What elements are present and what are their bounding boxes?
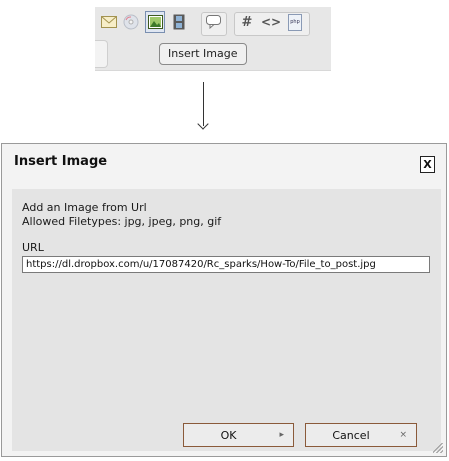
php-icon[interactable]: php: [285, 11, 305, 33]
close-button[interactable]: X: [420, 156, 435, 173]
url-input[interactable]: https://dl.dropbox.com/u/17087420/Rc_spa…: [22, 256, 430, 273]
allowed-filetypes-text: Allowed Filetypes: jpg, jpeg, png, gif: [22, 215, 222, 228]
dialog-body: Add an Image from Url Allowed Filetypes:…: [12, 189, 441, 451]
cross-icon: ×: [399, 430, 407, 440]
cancel-button[interactable]: Cancel ×: [305, 423, 417, 447]
code-icon[interactable]: <>: [261, 11, 281, 33]
cancel-button-label: Cancel: [332, 428, 370, 442]
email-icon[interactable]: [99, 11, 119, 33]
url-label: URL: [22, 241, 44, 254]
film-icon-glyph: [173, 14, 185, 30]
ok-button-label: OK: [220, 428, 237, 442]
editor-toolbar: # <> php Insert Image: [95, 7, 331, 71]
email-icon-glyph: [101, 16, 117, 28]
toolbar-side-tab[interactable]: [95, 40, 108, 68]
insert-image-tooltip: Insert Image: [159, 43, 247, 65]
ok-button[interactable]: OK ▸: [183, 423, 294, 447]
dialog-title: Insert Image: [14, 154, 108, 169]
hash-icon[interactable]: #: [237, 11, 257, 33]
speech-bubble-glyph: [205, 15, 221, 29]
image-icon: [147, 15, 163, 29]
php-icon-label: php: [288, 13, 302, 31]
resize-grip-icon[interactable]: [433, 443, 443, 453]
play-icon: ▸: [279, 430, 284, 440]
insert-image-dialog: Insert Image X Add an Image from Url All…: [1, 143, 447, 457]
intro-text: Add an Image from Url: [22, 201, 147, 214]
speech-bubble-icon[interactable]: [203, 11, 223, 33]
insert-image-button[interactable]: [145, 11, 165, 33]
disc-icon-glyph: [123, 14, 139, 30]
disc-icon[interactable]: [121, 11, 141, 33]
film-icon[interactable]: [169, 11, 189, 33]
down-arrow-head: [197, 118, 209, 130]
